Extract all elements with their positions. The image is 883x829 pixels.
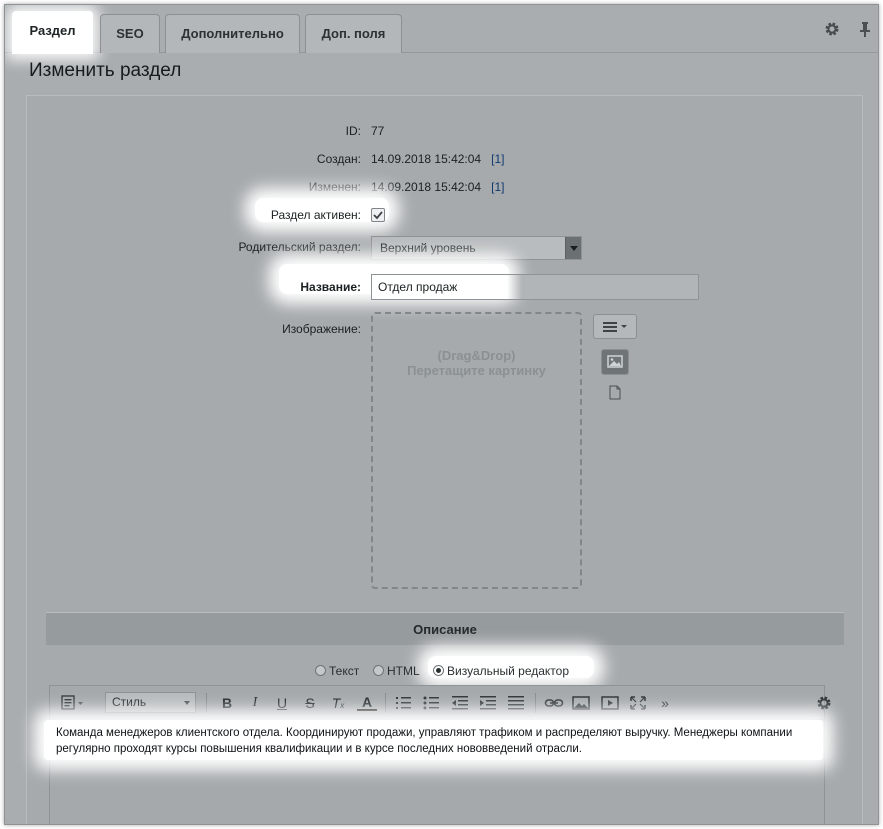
clear-format-icon[interactable]: Tx (328, 695, 348, 714)
created-value: 14.09.2018 15:42:04 [1] (371, 152, 504, 166)
tab-extra-fields[interactable]: Доп. поля (305, 14, 402, 53)
page-title: Изменить раздел (29, 60, 182, 81)
mode-visual-editor-label: Визуальный редактор (447, 664, 570, 678)
image-label: Изображение: (282, 322, 361, 336)
id-label: ID: (345, 124, 361, 138)
file-icon[interactable] (609, 385, 621, 400)
tab-seo[interactable]: SEO (100, 14, 160, 53)
pin-icon[interactable] (857, 21, 873, 37)
modified-value: 14.09.2018 15:42:04 [1] (371, 180, 504, 194)
radio-text[interactable] (315, 665, 326, 676)
insert-image-icon[interactable] (572, 695, 590, 711)
text-color-icon[interactable]: A (357, 695, 377, 711)
fullscreen-icon[interactable] (629, 695, 647, 711)
mode-visual-editor[interactable]: Визуальный редактор (433, 664, 569, 678)
name-input[interactable]: Отдел продаж (371, 274, 699, 300)
parent-select-value: Верхний уровень (380, 241, 476, 255)
outdent-icon[interactable] (451, 695, 469, 711)
bullet-list-icon[interactable] (423, 695, 441, 711)
underline-icon[interactable]: U (272, 695, 292, 711)
image-menu-button[interactable] (593, 314, 637, 339)
edit-section-window: Раздел SEO Дополнительно Доп. поля Измен… (4, 4, 879, 825)
style-select[interactable]: Стиль (105, 692, 196, 713)
name-label: Название: (300, 280, 361, 294)
mode-text[interactable]: Текст (315, 664, 359, 678)
radio-html[interactable] (373, 665, 384, 676)
modified-date: 14.09.2018 15:42:04 (371, 180, 482, 194)
video-icon[interactable] (601, 695, 619, 711)
mode-html-label: HTML (387, 664, 420, 678)
checkmark-icon (373, 211, 383, 220)
form-panel: ID: 77 Создан: 14.09.2018 15:42:04 [1] И… (26, 95, 863, 824)
created-date: 14.09.2018 15:42:04 (371, 152, 482, 166)
italic-icon[interactable]: I (245, 695, 265, 711)
image-dropzone[interactable]: (Drag&Drop) Перетащите картинку (371, 312, 582, 589)
bold-icon[interactable]: B (217, 695, 237, 711)
template-icon[interactable] (60, 694, 88, 712)
modified-user-link[interactable]: [1] (491, 180, 504, 194)
editor-settings-icon[interactable] (816, 695, 832, 711)
active-label: Раздел активен: (270, 208, 361, 222)
link-icon[interactable] (544, 695, 564, 711)
mode-text-label: Текст (329, 664, 360, 678)
mode-html[interactable]: HTML (373, 664, 420, 678)
align-icon[interactable] (507, 695, 525, 711)
drop-hint-2: Перетащите картинку (407, 363, 546, 378)
active-checkbox[interactable] (371, 208, 385, 222)
style-select-value: Стиль (112, 695, 147, 709)
name-input-value: Отдел продаж (378, 280, 458, 294)
image-icon (607, 355, 623, 368)
id-value: 77 (371, 124, 385, 138)
chevron-down-icon (565, 237, 581, 259)
indent-icon[interactable] (479, 695, 497, 711)
created-label: Создан: (316, 152, 361, 166)
drop-hint-1: (Drag&Drop) (437, 348, 516, 363)
tab-section[interactable]: Раздел (12, 11, 93, 54)
toolbar-separator (385, 693, 386, 713)
modified-label: Изменен: (308, 180, 361, 194)
parent-select[interactable]: Верхний уровень (371, 236, 582, 260)
ordered-list-icon[interactable] (395, 695, 413, 711)
parent-label: Родительский раздел: (238, 240, 361, 254)
image-library-button[interactable] (601, 349, 629, 375)
menu-icon (603, 322, 627, 332)
visual-editor[interactable]: Стиль B I U S Tx A » Команда менеджеров … (44, 685, 831, 824)
radio-visual-editor[interactable] (433, 665, 444, 676)
description-section-header: Описание (46, 612, 844, 645)
gear-icon[interactable] (824, 21, 840, 37)
toolbar-separator (535, 693, 536, 713)
strikethrough-icon[interactable]: S (300, 695, 320, 711)
editor-toolbar: Стиль B I U S Tx A » (50, 686, 831, 720)
editor-content[interactable]: Команда менеджеров клиентского отдела. К… (56, 725, 824, 757)
tab-additional[interactable]: Дополнительно (165, 14, 300, 53)
toolbar-separator (206, 693, 207, 713)
created-user-link[interactable]: [1] (491, 152, 504, 166)
tab-bar: Раздел SEO Дополнительно Доп. поля (5, 5, 878, 54)
more-icon[interactable]: » (655, 695, 675, 711)
